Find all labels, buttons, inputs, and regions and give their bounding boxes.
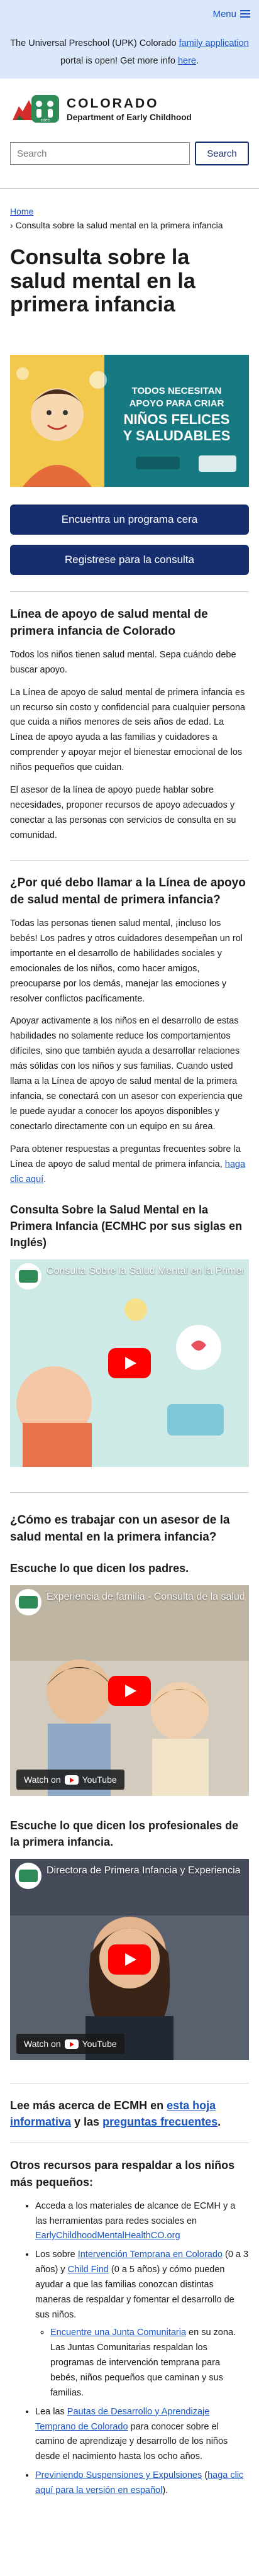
video-title[interactable]: Consulta Sobre la Salud Mental en la Pri… xyxy=(47,1266,244,1277)
ecmhc-heading: Consulta Sobre la Salud Mental en la Pri… xyxy=(10,1203,243,1249)
menu-button[interactable]: Menu xyxy=(212,9,250,20)
faq-link[interactable]: preguntas frecuentes xyxy=(102,2116,218,2128)
play-button-icon-2[interactable] xyxy=(108,1675,151,1706)
video-title-3[interactable]: Directora de Primera Infancia y Experien… xyxy=(47,1865,244,1876)
video-player-parents[interactable]: Experiencia de familia - Consulta de la … xyxy=(10,1585,249,1797)
resource-text: en su zona. Las Juntas Comunitarias resp… xyxy=(50,2327,236,2398)
why-call-p3: Para obtener respuestas a preguntas frec… xyxy=(10,1142,249,1188)
list-item: Lea las Pautas de Desarrollo y Aprendiza… xyxy=(35,2405,249,2465)
hero-line-1: TODOS NECESITAN xyxy=(132,386,222,396)
hero-line-3: NIÑOS FELICES xyxy=(124,411,230,427)
resources-list: Acceda a los materiales de alcance de EC… xyxy=(10,2199,249,2499)
list-item: Previniendo Suspensiones y Expulsiones (… xyxy=(35,2468,249,2499)
logo-line-2: Department of Early Childhood xyxy=(67,112,192,122)
why-call-p1: Todas las personas tienen salud mental, … xyxy=(10,918,243,1004)
parents-heading: Escuche lo que dicen los padres. xyxy=(10,1561,189,1575)
breadcrumb-current: Consulta sobre la salud mental en la pri… xyxy=(15,220,223,230)
early-intervention-link[interactable]: Intervención Temprana en Colorado xyxy=(78,2250,223,2260)
breadcrumb-separator: › xyxy=(10,220,13,230)
list-item: Encuentre una Junta Comunitaria en su zo… xyxy=(50,2326,249,2401)
menu-label: Menu xyxy=(212,8,236,20)
resource-text: Acceda a los materiales de alcance de EC… xyxy=(35,2200,236,2226)
list-item: Acceda a los materiales de alcance de EC… xyxy=(35,2199,249,2244)
learn-more-and: y las xyxy=(71,2116,103,2129)
site-header: cdec COLORADO Department of Early Childh… xyxy=(0,79,259,176)
family-application-link[interactable]: family application xyxy=(179,38,249,48)
video-player-professionals[interactable]: Directora de Primera Infancia y Experien… xyxy=(10,1859,249,2061)
hotline-advisor: El asesor de la línea de apoyo puede hab… xyxy=(10,785,236,840)
breadcrumb: Home › Consulta sobre la salud mental en… xyxy=(10,189,249,232)
search-input[interactable] xyxy=(10,142,190,165)
top-bar: Menu xyxy=(0,0,259,28)
other-resources-heading: Otros recursos para respaldar a los niño… xyxy=(10,2159,235,2188)
learn-more-text: Lee más acerca de ECMH en xyxy=(10,2099,167,2112)
logo-line-1: COLORADO xyxy=(67,96,159,111)
hotline-intro: Todos los niños tienen salud mental. Sep… xyxy=(10,649,236,675)
hamburger-icon xyxy=(240,10,250,18)
search-bar: Search xyxy=(10,142,249,166)
why-call-p2: Apoyar activamente a los niños en el des… xyxy=(10,1016,243,1132)
breadcrumb-home-link[interactable]: Home xyxy=(10,206,33,216)
banner-here-link[interactable]: here xyxy=(178,56,196,66)
main-content: Home › Consulta sobre la salud mental en… xyxy=(0,189,259,2499)
resource-text: ( xyxy=(202,2470,208,2481)
hero-line-4: Y SALUDABLES xyxy=(123,428,231,443)
video-title-2[interactable]: Experiencia de familia - Consulta de la … xyxy=(47,1592,244,1603)
watch-on-label-2: Watch on xyxy=(24,2039,61,2049)
hotline-description: La Línea de apoyo de salud mental de pri… xyxy=(10,687,245,773)
section-divider-2 xyxy=(10,859,249,861)
register-consultation-button[interactable]: Registrese para la consulta xyxy=(10,544,249,575)
learn-more: Lee más acerca de ECMH en esta hoja info… xyxy=(10,2097,249,2130)
hotline-heading: Línea de apoyo de salud mental de primer… xyxy=(10,607,208,638)
faq-text: Para obtener respuestas a preguntas frec… xyxy=(10,1144,241,1169)
video-player-ecmhc[interactable]: Consulta Sobre la Salud Mental en la Pri… xyxy=(10,1259,249,1467)
logo-text: COLORADO Department of Early Childhood xyxy=(67,96,192,122)
page-title: Consulta sobre la salud mental en la pri… xyxy=(10,245,196,317)
youtube-icon xyxy=(64,1775,79,1785)
watch-on-youtube-2[interactable]: Watch on YouTube xyxy=(16,2034,124,2055)
faq-period: . xyxy=(43,1174,47,1185)
child-find-link[interactable]: Child Find xyxy=(68,2265,109,2275)
youtube-label-2: YouTube xyxy=(82,2039,117,2049)
ecmh-website-link[interactable]: EarlyChildhoodMentalHealthCO.org xyxy=(35,2231,180,2241)
channel-logo-icon-2 xyxy=(15,1589,41,1616)
professionals-heading: Escuche lo que dicen los profesionales d… xyxy=(10,1819,239,1849)
site-logo[interactable]: cdec COLORADO Department of Early Childh… xyxy=(10,92,249,125)
learn-more-period: . xyxy=(218,2116,221,2129)
watch-on-youtube[interactable]: Watch on YouTube xyxy=(16,1770,124,1790)
channel-logo-icon-3 xyxy=(15,1863,41,1890)
resource-text: ). xyxy=(162,2485,168,2496)
logo-mark-text: cdec xyxy=(41,118,50,123)
section-divider xyxy=(10,591,249,592)
youtube-icon-2 xyxy=(64,2039,79,2049)
list-item: Los sobre Intervención Temprana en Color… xyxy=(35,2248,249,2400)
find-program-button[interactable]: Encuentra un programa cera xyxy=(10,504,249,535)
search-button[interactable]: Search xyxy=(195,142,249,166)
play-button-icon[interactable] xyxy=(108,1347,151,1378)
channel-logo-icon xyxy=(15,1263,41,1290)
play-button-icon-3[interactable] xyxy=(108,1944,151,1975)
why-call-heading: ¿Por qué debo llamar a la Línea de apoyo… xyxy=(10,876,246,907)
cdec-logo-icon: cdec xyxy=(10,92,62,125)
working-with-advisor-heading: ¿Cómo es trabajar con un asesor de la sa… xyxy=(10,1513,230,1544)
youtube-label: YouTube xyxy=(82,1775,117,1785)
resource-text: Los sobre xyxy=(35,2250,78,2260)
announcement-banner: The Universal Preschool (UPK) Colorado f… xyxy=(0,28,259,79)
community-board-link[interactable]: Encuentre una Junta Comunitaria xyxy=(50,2328,186,2338)
banner-text-2: portal is open! Get more info xyxy=(60,55,178,66)
hero-line-2: APOYO PARA CRIAR xyxy=(130,398,224,409)
preventing-suspensions-link[interactable]: Previniendo Suspensiones y Expulsiones xyxy=(35,2470,202,2480)
watch-on-label: Watch on xyxy=(24,1775,61,1785)
hero-image: TODOS NECESITAN APOYO PARA CRIAR NIÑOS F… xyxy=(10,354,249,487)
section-divider-3 xyxy=(10,1492,249,1493)
banner-period: . xyxy=(196,55,199,66)
banner-text: The Universal Preschool (UPK) Colorado xyxy=(10,38,179,48)
resource-text: Lea las xyxy=(35,2406,67,2417)
